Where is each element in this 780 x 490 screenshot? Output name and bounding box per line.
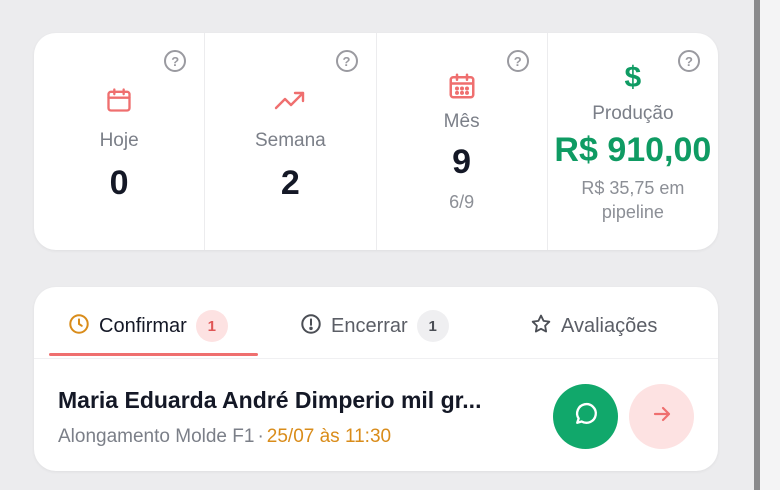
tab-encerrar[interactable]: Encerrar 1 <box>300 309 449 343</box>
stat-value: 0 <box>109 164 129 202</box>
tab-label: Confirmar <box>99 314 187 337</box>
whatsapp-button[interactable] <box>553 384 618 449</box>
list-item[interactable]: Maria Eduarda André Dimperio mil gr... A… <box>34 359 718 471</box>
stats-card: ? Hoje 0 ? Semana 2 ? Mês 9 6/9 ? $ Prod… <box>34 33 718 250</box>
help-icon[interactable]: ? <box>335 50 358 72</box>
tab-avaliacoes[interactable]: Avaliações <box>530 309 657 343</box>
stat-value: 9 <box>452 143 472 181</box>
stat-label: Produção <box>592 103 674 124</box>
calendar-icon <box>105 85 133 115</box>
client-name: Maria Eduarda André Dimperio mil gr... <box>58 387 482 413</box>
calendar-grid-icon <box>447 71 477 101</box>
meta-separator: · <box>257 426 264 447</box>
stat-label: Mês <box>443 111 480 132</box>
count-badge: 1 <box>416 310 449 342</box>
stat-subtext: R$ 35,75 em pipeline <box>581 178 685 222</box>
active-tab-indicator <box>49 353 258 356</box>
stat-month: ? Mês 9 6/9 <box>375 33 547 250</box>
stat-week: ? Semana 2 <box>204 33 375 250</box>
help-icon[interactable]: ? <box>164 50 187 72</box>
appointments-card: Confirmar 1 Encerrar 1 Avaliações Maria … <box>34 287 718 471</box>
arrow-right-icon <box>650 402 674 431</box>
chat-icon <box>572 400 600 433</box>
count-badge: 1 <box>195 310 228 342</box>
tab-confirmar[interactable]: Confirmar 1 <box>68 309 228 343</box>
appointment-meta: Alongamento Molde F1 · 25/07 às 11:30 <box>58 426 391 448</box>
stat-value: R$ 910,00 <box>554 131 712 169</box>
stat-today: ? Hoje 0 <box>34 33 204 250</box>
alert-circle-icon <box>300 313 322 340</box>
tab-bar: Confirmar 1 Encerrar 1 Avaliações <box>34 287 718 359</box>
stat-label: Hoje <box>99 130 139 151</box>
help-icon[interactable]: ? <box>506 50 529 72</box>
help-icon[interactable]: ? <box>678 50 700 72</box>
dollar-icon: $ <box>624 61 642 94</box>
scrollbar[interactable] <box>754 0 780 490</box>
appointment-time: 25/07 às 11:30 <box>266 426 392 447</box>
clock-icon <box>68 313 90 340</box>
open-appointment-button[interactable] <box>629 384 694 449</box>
stat-label: Semana <box>254 130 326 151</box>
stat-production: ? $ Produção R$ 910,00 R$ 35,75 em pipel… <box>546 33 718 250</box>
service-name: Alongamento Molde F1 <box>58 426 255 447</box>
trending-up-icon <box>274 85 306 115</box>
stat-value: 2 <box>280 164 300 202</box>
tab-label: Encerrar <box>331 314 408 337</box>
stat-subtext: 6/9 <box>449 192 475 212</box>
tab-label: Avaliações <box>561 314 658 337</box>
star-icon <box>530 313 552 340</box>
